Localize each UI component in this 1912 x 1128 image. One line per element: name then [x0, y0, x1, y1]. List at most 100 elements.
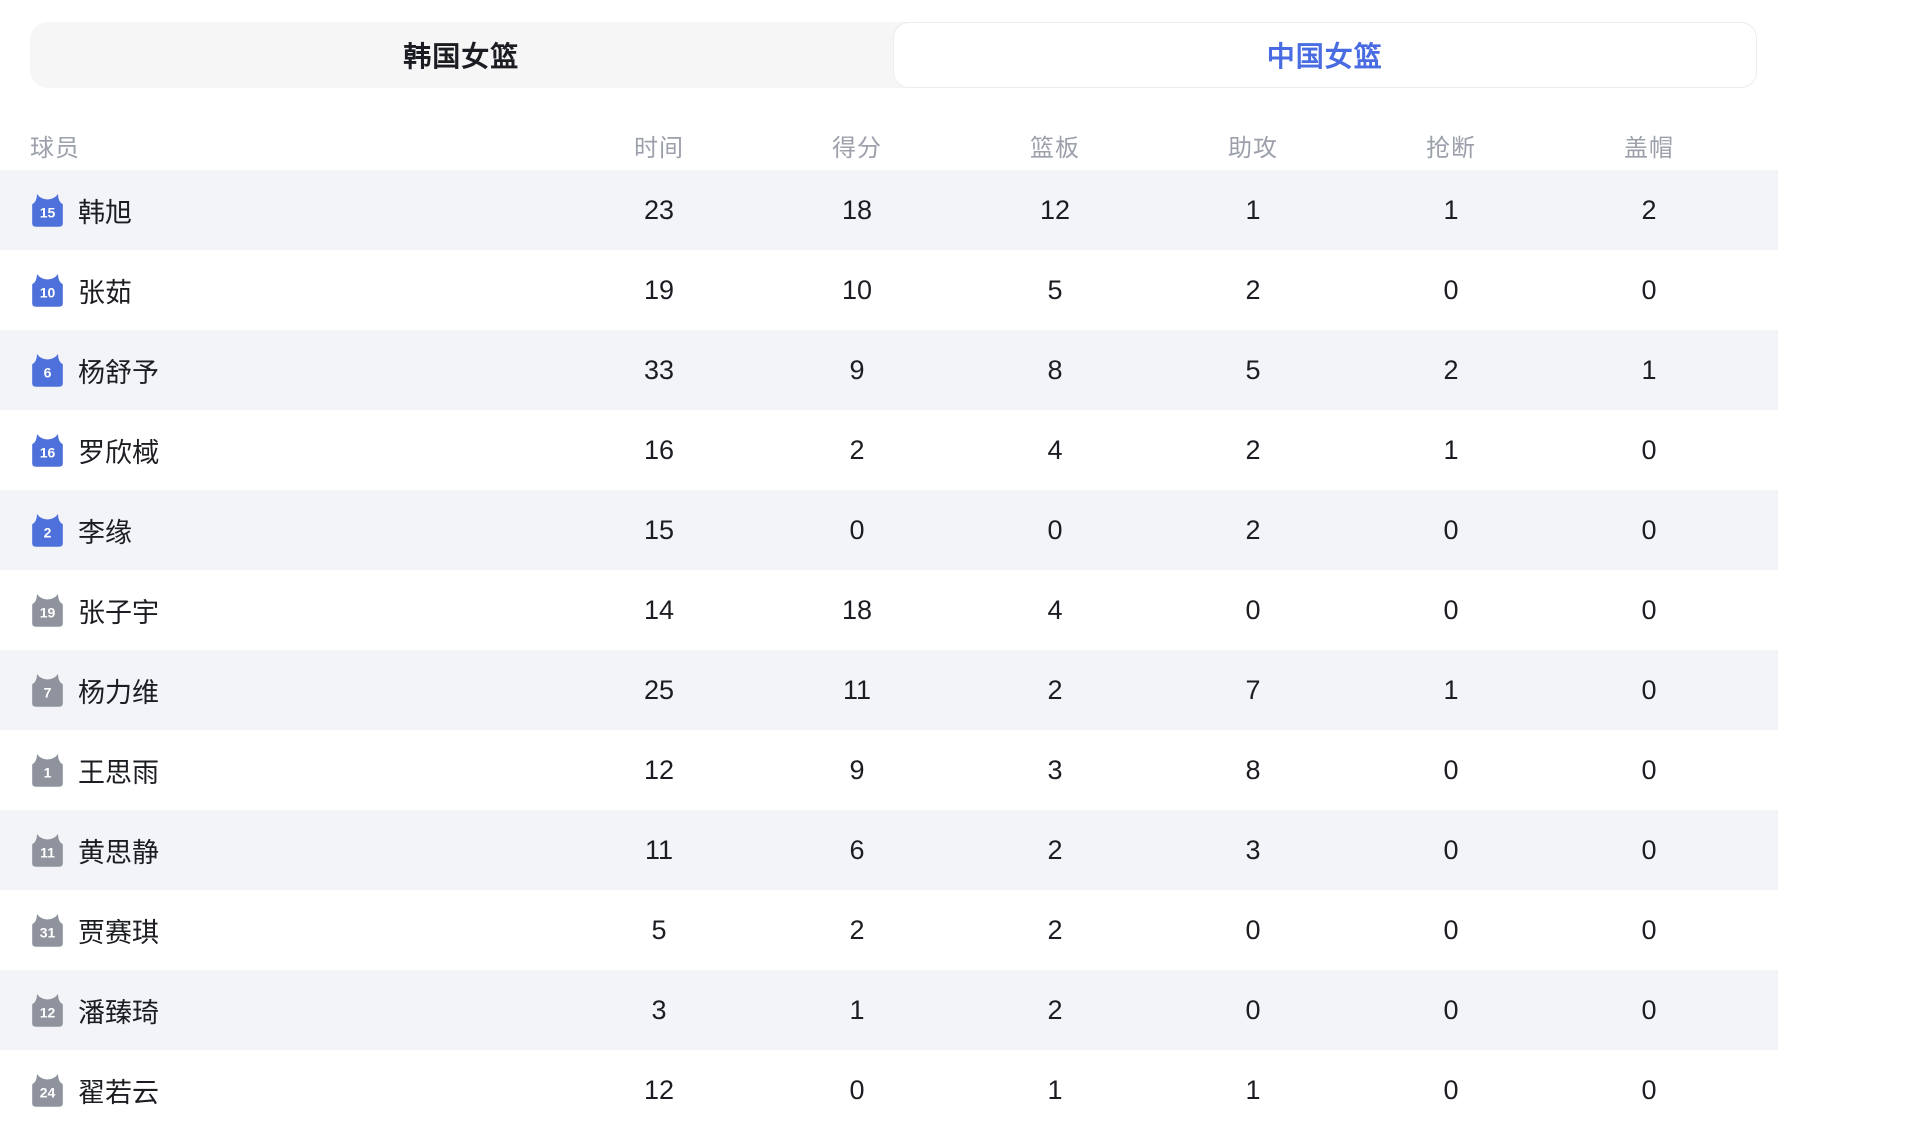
stat-minutes: 5 [560, 915, 758, 946]
table-row: 11黄思静1162300 [0, 810, 1778, 890]
stat-blocks: 0 [1550, 915, 1748, 946]
stat-minutes: 3 [560, 995, 758, 1026]
stat-assists: 0 [1154, 595, 1352, 626]
stat-points: 9 [758, 355, 956, 386]
stat-assists: 2 [1154, 275, 1352, 306]
jersey-number-icon: 2 [30, 513, 65, 548]
stat-rebounds: 2 [956, 915, 1154, 946]
player-name: 罗欣棫 [78, 431, 159, 470]
stat-blocks: 0 [1550, 515, 1748, 546]
player-cell: 31 贾赛琪 [0, 911, 560, 950]
player-name: 张子宇 [78, 591, 159, 630]
player-name: 黄思静 [78, 831, 159, 870]
column-header-rebounds: 篮板 [956, 128, 1154, 163]
table-header: 球员 时间 得分 篮板 助攻 抢断 盖帽 [0, 120, 1778, 170]
player-cell: 24 翟若云 [0, 1071, 560, 1110]
player-name: 贾赛琪 [78, 911, 159, 950]
svg-text:16: 16 [40, 444, 56, 460]
stat-rebounds: 4 [956, 595, 1154, 626]
stat-assists: 1 [1154, 1075, 1352, 1106]
player-stats-table: 球员 时间 得分 篮板 助攻 抢断 盖帽 15韩旭23181211210张茹19… [0, 120, 1912, 1128]
stat-minutes: 23 [560, 195, 758, 226]
player-cell: 2李缘 [0, 511, 560, 550]
jersey-number-icon: 15 [30, 193, 65, 228]
stat-rebounds: 0 [956, 515, 1154, 546]
svg-text:6: 6 [44, 364, 52, 380]
stat-minutes: 16 [560, 435, 758, 466]
stat-rebounds: 2 [956, 835, 1154, 866]
player-name: 杨舒予 [78, 351, 159, 390]
stat-blocks: 0 [1550, 435, 1748, 466]
svg-text:15: 15 [40, 204, 56, 220]
stat-steals: 2 [1352, 355, 1550, 386]
table-row: 1王思雨1293800 [0, 730, 1778, 810]
box-score-page: 韩国女篮 中国女篮 球员 时间 得分 篮板 助攻 抢断 盖帽 15韩旭23181… [0, 0, 1912, 1128]
stat-steals: 0 [1352, 595, 1550, 626]
stat-minutes: 15 [560, 515, 758, 546]
stat-points: 2 [758, 915, 956, 946]
player-name: 杨力维 [78, 671, 159, 710]
stat-steals: 1 [1352, 435, 1550, 466]
stat-steals: 1 [1352, 675, 1550, 706]
tab-korea-label: 韩国女篮 [403, 35, 519, 75]
table-row: 16罗欣棫1624210 [0, 410, 1778, 490]
table-row: 15韩旭231812112 [0, 170, 1778, 250]
svg-text:19: 19 [40, 604, 56, 620]
player-cell: 11 黄思静 [0, 831, 560, 870]
stat-assists: 1 [1154, 195, 1352, 226]
stat-blocks: 0 [1550, 1075, 1748, 1106]
stat-steals: 0 [1352, 835, 1550, 866]
stat-steals: 0 [1352, 755, 1550, 786]
stat-assists: 8 [1154, 755, 1352, 786]
table-row: 31贾赛琪522000 [0, 890, 1778, 970]
player-cell: 10张茹 [0, 271, 560, 310]
player-cell: 15 韩旭 [0, 191, 560, 230]
jersey-number-icon: 7 [30, 673, 65, 708]
stat-points: 18 [758, 195, 956, 226]
column-header-steals: 抢断 [1352, 128, 1550, 163]
svg-text:2: 2 [44, 524, 52, 540]
stat-blocks: 0 [1550, 275, 1748, 306]
stat-rebounds: 1 [956, 1075, 1154, 1106]
stat-minutes: 12 [560, 755, 758, 786]
column-header-player: 球员 [0, 128, 560, 163]
player-cell: 19 张子宇 [0, 591, 560, 630]
column-header-blocks: 盖帽 [1550, 128, 1748, 163]
svg-text:1: 1 [44, 764, 52, 780]
stat-assists: 7 [1154, 675, 1352, 706]
stat-points: 9 [758, 755, 956, 786]
player-cell: 7 杨力维 [0, 671, 560, 710]
stat-rebounds: 3 [956, 755, 1154, 786]
player-name: 张茹 [78, 271, 132, 310]
player-cell: 6 杨舒予 [0, 351, 560, 390]
column-header-minutes: 时间 [560, 128, 758, 163]
stat-rebounds: 2 [956, 675, 1154, 706]
stat-blocks: 1 [1550, 355, 1748, 386]
table-row: 7杨力维25112710 [0, 650, 1778, 730]
svg-text:7: 7 [44, 684, 52, 700]
jersey-number-icon: 11 [30, 833, 65, 868]
stat-steals: 0 [1352, 515, 1550, 546]
stat-steals: 0 [1352, 275, 1550, 306]
stat-blocks: 0 [1550, 995, 1748, 1026]
jersey-number-icon: 19 [30, 593, 65, 628]
stat-points: 6 [758, 835, 956, 866]
stat-minutes: 11 [560, 835, 758, 866]
stat-points: 18 [758, 595, 956, 626]
jersey-number-icon: 24 [30, 1073, 65, 1108]
stat-rebounds: 4 [956, 435, 1154, 466]
stat-blocks: 2 [1550, 195, 1748, 226]
player-name: 翟若云 [78, 1071, 159, 1110]
stat-points: 0 [758, 1075, 956, 1106]
stat-assists: 2 [1154, 515, 1352, 546]
tab-korea-women[interactable]: 韩国女篮 [30, 22, 893, 88]
tab-china-women[interactable]: 中国女篮 [893, 22, 1758, 88]
player-cell: 12潘臻琦 [0, 991, 560, 1030]
column-header-points: 得分 [758, 128, 956, 163]
stat-steals: 0 [1352, 915, 1550, 946]
player-name: 韩旭 [78, 191, 132, 230]
player-cell: 1王思雨 [0, 751, 560, 790]
stat-points: 1 [758, 995, 956, 1026]
stat-minutes: 19 [560, 275, 758, 306]
jersey-number-icon: 31 [30, 913, 65, 948]
